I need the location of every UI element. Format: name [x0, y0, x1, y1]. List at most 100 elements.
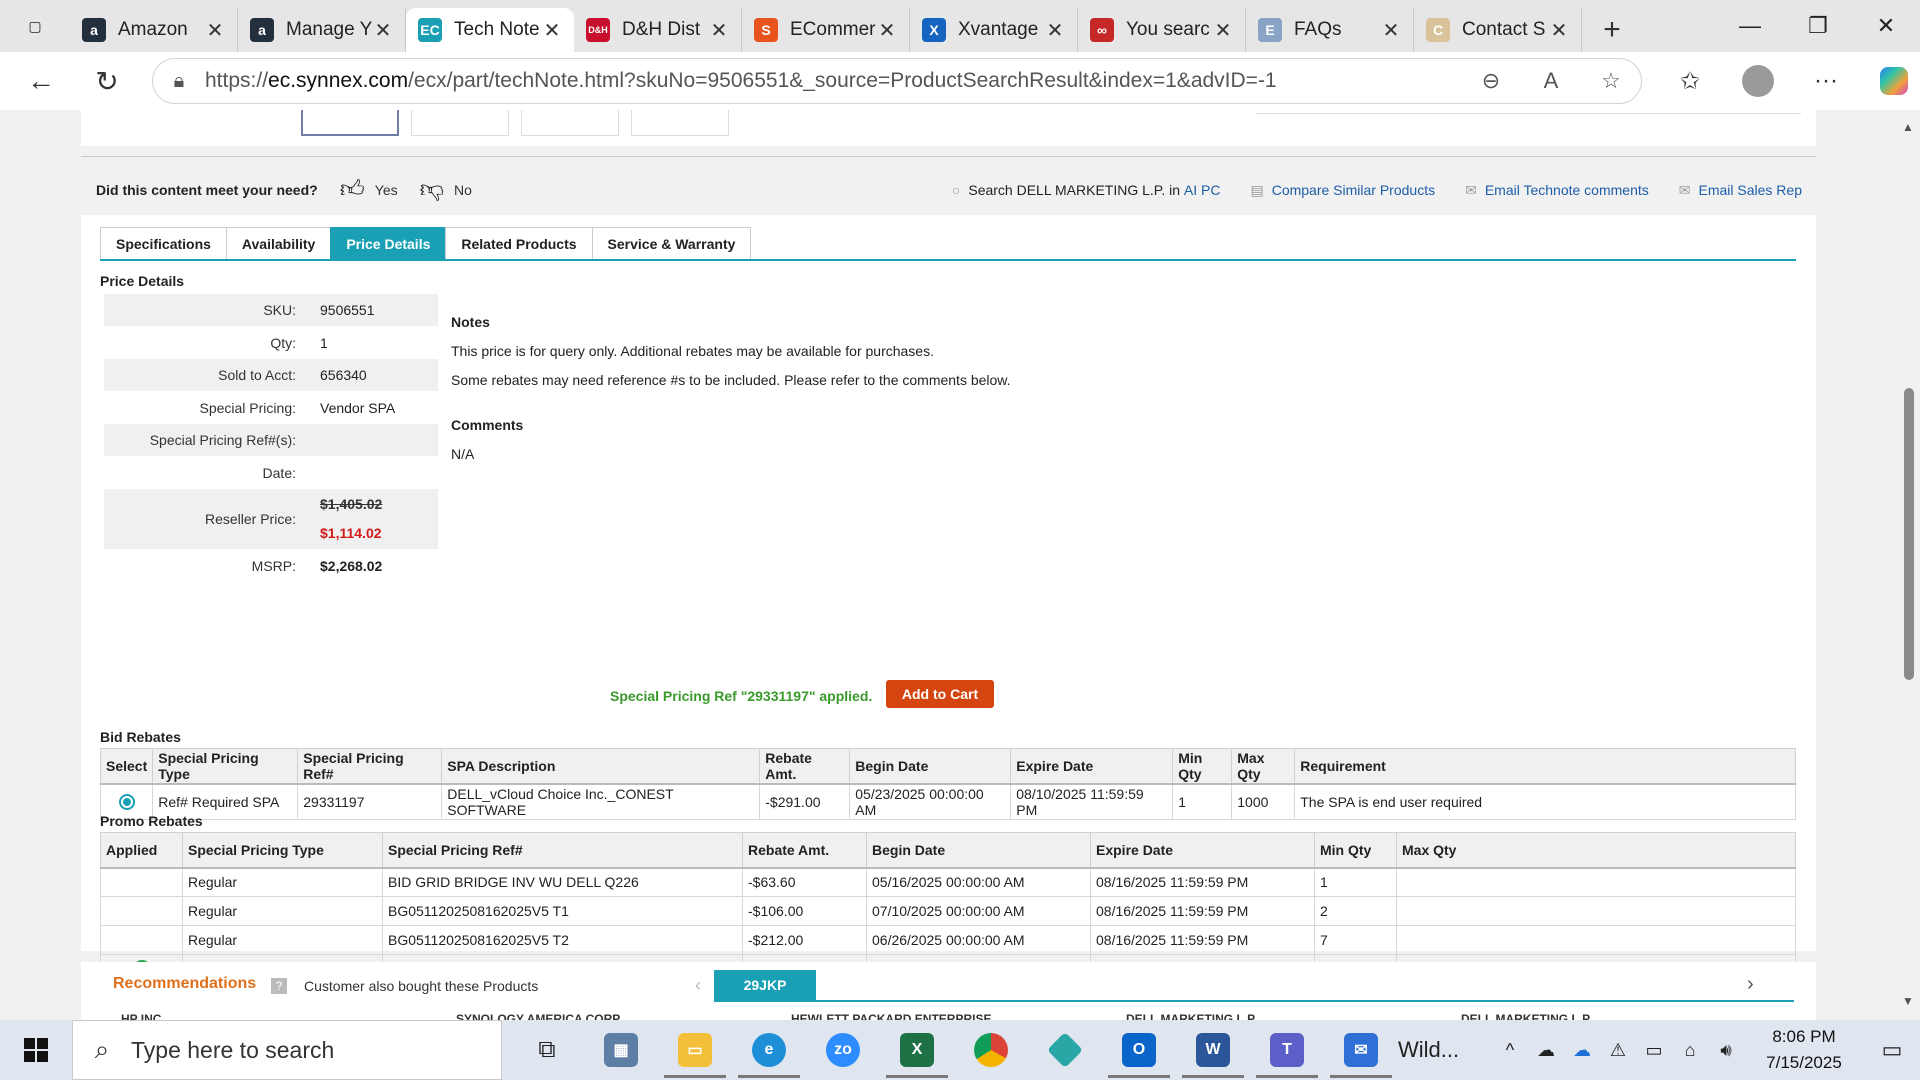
product-thumbnail[interactable] [521, 110, 619, 136]
close-tab-icon[interactable]: ✕ [542, 18, 562, 43]
close-tab-icon[interactable]: ✕ [1381, 18, 1401, 43]
tab-availability[interactable]: Availability [225, 227, 332, 259]
search-in-link[interactable]: ○ Search DELL MARKETING L.P. in AI PC [952, 182, 1221, 198]
browser-tab[interactable]: X Xvantage ✕ [910, 8, 1078, 52]
battery-icon[interactable]: ▭ [1636, 1040, 1672, 1061]
onedrive-icon[interactable]: ☁ [1528, 1040, 1564, 1061]
email-sales-link[interactable]: ✉ Email Sales Rep [1679, 182, 1802, 199]
taskbar-search-input[interactable]: ⌕ Type here to search [72, 1020, 502, 1080]
reco-brand: DELL MARKETING L.P. [1126, 1012, 1257, 1020]
copilot-icon[interactable] [1860, 52, 1920, 110]
close-tab-icon[interactable]: ✕ [205, 18, 225, 43]
zoom-out-icon[interactable]: ⊖ [1461, 68, 1521, 94]
tray-chevron-icon[interactable]: ^ [1492, 1040, 1528, 1061]
browser-tab[interactable]: S ECommer ✕ [742, 8, 910, 52]
yes-label[interactable]: Yes [375, 182, 398, 198]
ai-pc-link[interactable]: AI PC [1184, 182, 1221, 198]
next-arrow-icon[interactable]: › [1747, 973, 1754, 996]
msrp-row: MSRP: $2,268.02 [104, 549, 438, 582]
close-tab-icon[interactable]: ✕ [1213, 18, 1233, 43]
browser-tab[interactable]: EC Tech Note ✕ [406, 8, 574, 52]
edge-icon[interactable]: e [732, 1020, 806, 1080]
tab-service-warranty[interactable]: Service & Warranty [591, 227, 752, 259]
select-radio[interactable] [118, 794, 135, 811]
close-tab-icon[interactable]: ✕ [709, 18, 729, 43]
zoom-icon[interactable]: zo [806, 1020, 880, 1080]
cell-max: 1000 [1231, 783, 1296, 820]
notification-icon[interactable]: ▭ [1864, 1037, 1920, 1063]
no-label[interactable]: No [454, 182, 472, 198]
minimize-icon[interactable]: — [1716, 0, 1784, 52]
excel-icon[interactable]: X [880, 1020, 954, 1080]
refresh-icon[interactable]: ↻ [74, 52, 140, 110]
windows-start-icon[interactable] [0, 1020, 72, 1080]
close-tab-icon[interactable]: ✕ [1045, 18, 1065, 43]
task-view-icon[interactable]: ⧉ [510, 1020, 584, 1080]
profile-avatar[interactable] [1724, 52, 1792, 110]
scrollbar-thumb[interactable] [1904, 388, 1914, 680]
cell-begin: 05/16/2025 00:00:00 AM [866, 867, 1091, 897]
word-icon[interactable]: W [1176, 1020, 1250, 1080]
file-explorer-icon[interactable]: ▭ [658, 1020, 732, 1080]
cell-min: 7 [1314, 925, 1397, 955]
url-input[interactable]: 🔒︎ https://ec.synnex.com/ecx/part/techNo… [152, 58, 1642, 104]
product-thumbnail[interactable] [301, 110, 399, 136]
teams-icon[interactable]: T [1250, 1020, 1324, 1080]
thumbs-down-icon[interactable]: 👎︎ [420, 176, 444, 204]
product-thumbnail[interactable] [631, 110, 729, 136]
chat-app-icon[interactable]: ✉ [1324, 1020, 1398, 1080]
tab-title: You searc [1126, 19, 1210, 40]
scroll-up-icon[interactable]: ▲ [1902, 120, 1914, 134]
browser-tab[interactable]: ∞ You searc ✕ [1078, 8, 1246, 52]
calculator-icon[interactable]: ▦ [584, 1020, 658, 1080]
close-window-icon[interactable]: ✕ [1852, 0, 1920, 52]
read-aloud-icon[interactable]: A [1521, 68, 1581, 94]
column-header: Max Qty [1396, 832, 1796, 869]
prev-arrow-icon[interactable]: ‹ [695, 975, 701, 996]
product-thumbnail[interactable] [411, 110, 509, 136]
network-icon[interactable]: ⌂ [1672, 1040, 1708, 1061]
favorites-icon[interactable]: ✩ [1656, 52, 1724, 110]
chrome-icon[interactable] [954, 1020, 1028, 1080]
browser-tab[interactable]: C Contact S ✕ [1414, 8, 1582, 52]
email-technote-link[interactable]: ✉ Email Technote comments [1465, 182, 1649, 199]
tab-specifications[interactable]: Specifications [100, 227, 227, 259]
diamond-app-icon[interactable] [1028, 1020, 1102, 1080]
close-tab-icon[interactable]: ✕ [1549, 18, 1569, 43]
page-scrollbar[interactable]: ▲ ▼ [1898, 110, 1920, 1020]
security-icon[interactable]: ⚠ [1600, 1040, 1636, 1061]
tab-related-products[interactable]: Related Products [445, 227, 593, 259]
column-header: Requirement [1294, 748, 1796, 785]
add-to-cart-button[interactable]: Add to Cart [886, 680, 994, 708]
clock[interactable]: 8:06 PM 7/15/2025 [1744, 1024, 1864, 1076]
browser-tab[interactable]: a Manage Y ✕ [238, 8, 406, 52]
tab-price-details[interactable]: Price Details [330, 227, 447, 259]
scroll-down-icon[interactable]: ▼ [1902, 994, 1914, 1008]
recommendation-tab[interactable]: 29JKP [714, 970, 816, 1000]
close-tab-icon[interactable]: ✕ [877, 18, 897, 43]
more-icon[interactable]: ··· [1792, 52, 1860, 110]
cell-amt: -$106.00 [742, 896, 867, 926]
cell-begin: 07/10/2025 00:00:00 AM [866, 896, 1091, 926]
lock-icon[interactable]: 🔒︎ [153, 70, 205, 93]
browser-tab[interactable]: E FAQs ✕ [1246, 8, 1414, 52]
restore-icon[interactable]: ❐ [1784, 0, 1852, 52]
new-tab-button[interactable]: + [1582, 8, 1642, 52]
column-header: Applied [100, 832, 183, 869]
browser-tab[interactable]: a Amazon ✕ [70, 8, 238, 52]
help-icon[interactable]: ? [271, 978, 287, 994]
browser-tab[interactable]: D&H D&H Dist ✕ [574, 8, 742, 52]
tab-actions-icon[interactable]: ▢ [0, 0, 70, 52]
compare-link[interactable]: ▤ Compare Similar Products [1250, 182, 1435, 199]
column-header: Expire Date [1090, 832, 1315, 869]
outlook-icon[interactable]: O [1102, 1020, 1176, 1080]
sku-row: SKU: 9506551 [104, 294, 438, 326]
thumbs-up-icon[interactable]: 👍︎ [340, 176, 365, 204]
cell-ref[interactable]: 29331197 [297, 783, 443, 820]
volume-icon[interactable]: 🔊︎ [1708, 1040, 1744, 1061]
back-icon[interactable]: ← [8, 52, 74, 110]
favorite-star-icon[interactable]: ☆ [1581, 68, 1641, 94]
mail-icon: ✉ [1678, 181, 1691, 198]
onedrive-blue-icon[interactable]: ☁ [1564, 1040, 1600, 1061]
close-tab-icon[interactable]: ✕ [373, 18, 393, 43]
